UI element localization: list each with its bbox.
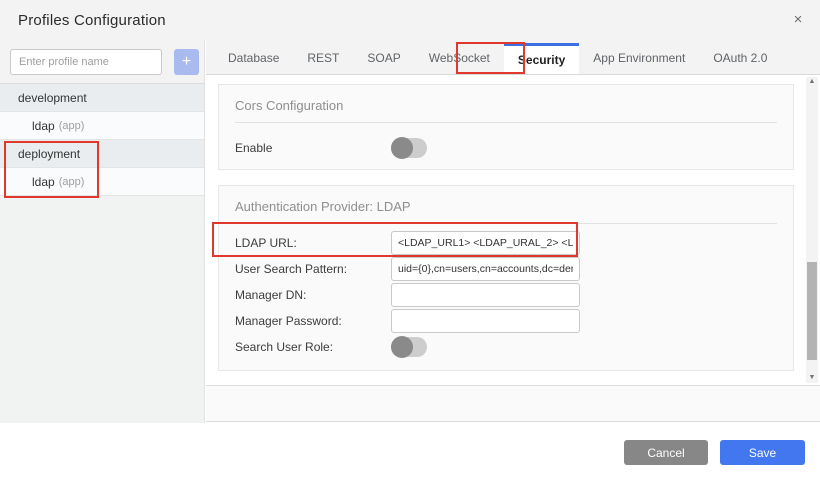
cancel-button[interactable]: Cancel (624, 440, 708, 465)
main-panel: Database REST SOAP WebSocket Security Ap… (206, 40, 820, 423)
tab-app-environment[interactable]: App Environment (579, 43, 699, 74)
tab-database[interactable]: Database (214, 43, 293, 74)
search-user-role-toggle[interactable] (391, 337, 427, 357)
profiles-configuration-dialog: Profiles Configuration × + development l… (0, 0, 820, 480)
dialog-titlebar: Profiles Configuration × (0, 0, 820, 40)
search-user-role-label: Search User Role: (235, 340, 391, 354)
tab-bar: Database REST SOAP WebSocket Security Ap… (206, 40, 820, 75)
sidebar-item-ldap-deployment[interactable]: ldap (app) (0, 168, 204, 196)
profile-name-input[interactable] (10, 49, 162, 75)
tab-rest[interactable]: REST (293, 43, 353, 74)
vertical-scrollbar[interactable]: ▲ ▼ (806, 77, 818, 383)
tab-security[interactable]: Security (504, 43, 579, 74)
ldap-url-input[interactable] (391, 231, 580, 255)
profile-type-label: (app) (59, 120, 85, 132)
profile-type-label: (app) (59, 176, 85, 188)
search-user-role-row: Search User Role: (235, 334, 777, 360)
manager-dn-input[interactable] (391, 283, 580, 307)
cors-enable-toggle[interactable] (391, 138, 427, 158)
sidebar-item-development[interactable]: development (0, 84, 204, 112)
tab-soap[interactable]: SOAP (353, 43, 414, 74)
security-tab-content: Cors Configuration Enable Authentication… (206, 75, 820, 385)
content-bottom-strip (206, 385, 820, 422)
enable-label: Enable (235, 141, 391, 155)
ldap-url-row: LDAP URL: (235, 230, 777, 256)
user-search-pattern-input[interactable] (391, 257, 580, 281)
manager-dn-label: Manager DN: (235, 288, 391, 302)
toggle-knob (391, 137, 413, 159)
cors-configuration-section: Cors Configuration Enable (218, 84, 794, 170)
dialog-title: Profiles Configuration (18, 12, 166, 29)
profile-label: ldap (32, 175, 55, 189)
scroll-up-icon[interactable]: ▲ (806, 77, 818, 87)
manager-password-input[interactable] (391, 309, 580, 333)
user-search-pattern-row: User Search Pattern: (235, 256, 777, 282)
cors-enable-row: Enable (235, 135, 777, 161)
save-button[interactable]: Save (720, 440, 805, 465)
profile-label: development (18, 91, 87, 105)
auth-section-title: Authentication Provider: LDAP (235, 199, 777, 224)
toggle-knob (391, 336, 413, 358)
sidebar-item-deployment[interactable]: deployment (0, 140, 204, 168)
scroll-down-icon[interactable]: ▼ (806, 373, 818, 383)
scrollbar-thumb[interactable] (807, 262, 817, 360)
add-profile-button[interactable]: + (174, 49, 199, 75)
profiles-sidebar: + development ldap (app) deployment ldap… (0, 40, 205, 423)
user-search-pattern-label: User Search Pattern: (235, 262, 391, 276)
dialog-footer: Cancel Save (0, 423, 820, 480)
close-icon[interactable]: × (788, 10, 808, 30)
cors-section-title: Cors Configuration (235, 98, 777, 123)
profile-label: ldap (32, 119, 55, 133)
profile-label: deployment (18, 147, 80, 161)
tab-websocket[interactable]: WebSocket (415, 43, 504, 74)
manager-password-row: Manager Password: (235, 308, 777, 334)
profile-add-bar: + (0, 40, 204, 84)
ldap-url-label: LDAP URL: (235, 236, 391, 250)
manager-dn-row: Manager DN: (235, 282, 777, 308)
auth-fields: LDAP URL: User Search Pattern: Manager D… (235, 230, 777, 360)
manager-password-label: Manager Password: (235, 314, 391, 328)
sidebar-item-ldap-development[interactable]: ldap (app) (0, 112, 204, 140)
authentication-provider-section: Authentication Provider: LDAP LDAP URL: … (218, 185, 794, 371)
tab-oauth[interactable]: OAuth 2.0 (699, 43, 781, 74)
